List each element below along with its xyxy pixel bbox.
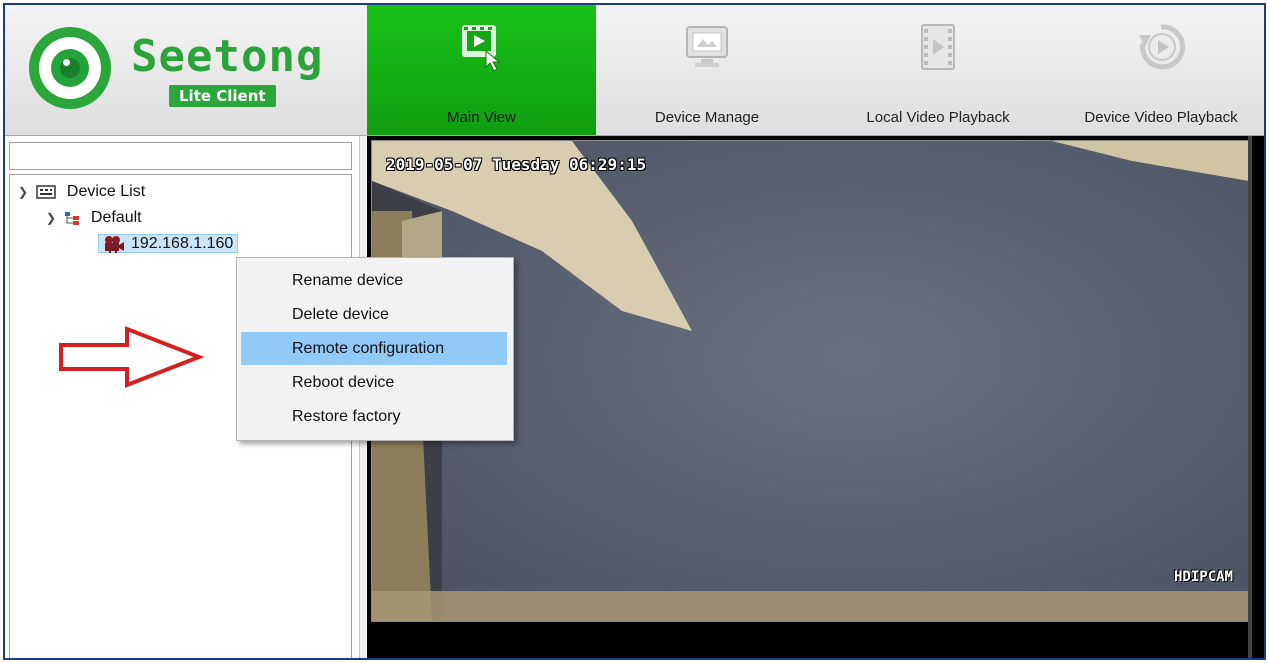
chevron-down-icon[interactable]: ❯ xyxy=(18,181,32,203)
device-manage-icon xyxy=(686,26,728,67)
menu-item-reboot-device[interactable]: Reboot device xyxy=(241,366,507,399)
menu-item-restore-factory[interactable]: Restore factory xyxy=(241,400,507,433)
tree-node-device-list[interactable]: ❯ Device List xyxy=(18,181,145,203)
device-context-menu: Rename device Delete device Remote confi… xyxy=(236,257,514,441)
tree-node-default-group[interactable]: ❯ Default xyxy=(46,207,142,229)
device-search-input[interactable] xyxy=(9,142,352,170)
device-list-icon xyxy=(36,185,57,199)
red-arrow-icon xyxy=(59,326,205,388)
nav-label: Device Video Playback xyxy=(1084,109,1238,126)
menu-item-remote-configuration[interactable]: Remote configuration xyxy=(241,332,507,365)
tree-node-device[interactable]: 192.168.1.160 xyxy=(98,233,239,255)
video-divider xyxy=(1248,136,1252,658)
tree-label: Default xyxy=(90,209,142,226)
nav-main-view[interactable]: Main View xyxy=(367,5,596,135)
nav-label: Local Video Playback xyxy=(866,109,1010,126)
menu-item-delete-device[interactable]: Delete device xyxy=(241,298,507,331)
logo-name: Seetong xyxy=(131,31,324,82)
logo-icon xyxy=(29,27,111,109)
chevron-down-icon[interactable]: ❯ xyxy=(46,207,60,229)
menu-item-rename-device[interactable]: Rename device xyxy=(241,264,507,297)
tree-label: Device List xyxy=(66,183,146,200)
nav-label: Main View xyxy=(447,109,516,126)
nav-label: Device Manage xyxy=(654,109,760,126)
app-logo: Seetong Lite Client xyxy=(23,19,363,119)
local-playback-icon xyxy=(921,24,955,70)
camera-label: HDIPCAM xyxy=(1173,569,1233,585)
top-toolbar: Seetong Lite Client Main View Device Man… xyxy=(5,5,1264,136)
nav-local-video-playback[interactable]: Local Video Playback xyxy=(818,5,1058,135)
app-window: Seetong Lite Client Main View Device Man… xyxy=(3,3,1266,660)
tree-label: 192.168.1.160 xyxy=(131,235,234,252)
group-icon xyxy=(65,211,80,225)
main-view-icon xyxy=(461,25,500,72)
camera-icon xyxy=(105,235,124,253)
logo-subtitle: Lite Client xyxy=(169,85,276,107)
nav-device-video-playback[interactable]: Device Video Playback xyxy=(1058,5,1264,135)
device-playback-icon xyxy=(1139,24,1185,70)
nav-device-manage[interactable]: Device Manage xyxy=(596,5,818,135)
video-timestamp: 2019-05-07 Tuesday 06:29:15 xyxy=(386,155,647,174)
